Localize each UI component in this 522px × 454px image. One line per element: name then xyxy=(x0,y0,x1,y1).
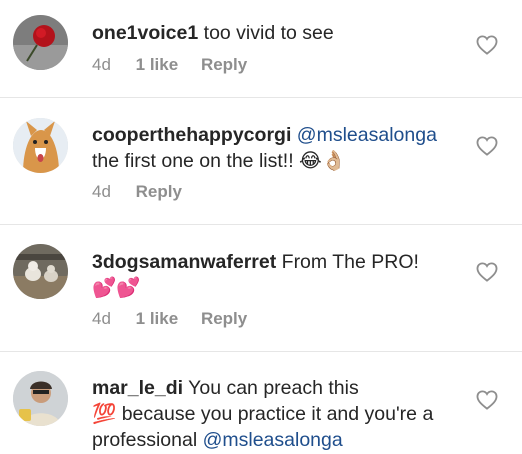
comment-body: the first one on the list!! xyxy=(92,150,294,172)
comment-username[interactable]: cooperthehappycorgi xyxy=(92,124,291,146)
divider xyxy=(0,224,522,225)
heart-outline-icon[interactable] xyxy=(476,136,498,156)
corgi-avatar-image xyxy=(13,118,68,173)
comment-body: too vivid to see xyxy=(203,22,334,44)
comment-username[interactable]: one1voice1 xyxy=(92,22,198,44)
comment-username[interactable]: 3dogsamanwaferret xyxy=(92,251,276,273)
comment-meta: 4d Reply xyxy=(92,182,200,202)
reply-button[interactable]: Reply xyxy=(201,309,247,328)
comment-time: 4d xyxy=(92,55,111,74)
comment-username[interactable]: mar_le_di xyxy=(92,377,183,399)
comment-text: one1voice1 too vivid to see xyxy=(92,20,462,46)
like-count[interactable]: 1 like xyxy=(136,55,179,74)
heart-outline-icon[interactable] xyxy=(476,390,498,410)
comment-time: 4d xyxy=(92,309,111,328)
reply-button[interactable]: Reply xyxy=(201,55,247,74)
avatar[interactable] xyxy=(13,15,68,70)
avatar[interactable] xyxy=(13,244,68,299)
heart-outline-icon[interactable] xyxy=(476,262,498,282)
rose-avatar-image xyxy=(13,15,68,70)
avatar[interactable] xyxy=(13,371,68,426)
comment-body: From The PRO! xyxy=(281,251,419,273)
comment-emoji: 😂👌🏼 xyxy=(299,149,347,172)
like-count[interactable]: 1 like xyxy=(136,309,179,328)
comment-emoji: 💕💕 xyxy=(92,276,141,299)
comment-text: cooperthehappycorgi @msleasalonga the fi… xyxy=(92,122,462,174)
heart-outline-icon[interactable] xyxy=(476,35,498,55)
person-avatar-image xyxy=(13,371,68,426)
comment-text: 3dogsamanwaferret From The PRO! 💕💕 xyxy=(92,249,462,301)
hundred-points-emoji: 💯 xyxy=(92,402,117,425)
divider xyxy=(0,351,522,352)
comment-body: You can preach this xyxy=(188,377,359,399)
comment-text: mar_le_di You can preach this 💯 because … xyxy=(92,375,462,453)
avatar[interactable] xyxy=(13,118,68,173)
dogs-avatar-image xyxy=(13,244,68,299)
mention-link[interactable]: @msleasalonga xyxy=(297,124,437,146)
divider xyxy=(0,97,522,98)
mention-link[interactable]: @msleasalonga xyxy=(203,429,343,451)
comment-time: 4d xyxy=(92,182,111,201)
reply-button[interactable]: Reply xyxy=(136,182,182,201)
comment-meta: 4d 1 like Reply xyxy=(92,55,265,75)
comment-meta: 4d 1 like Reply xyxy=(92,309,265,329)
